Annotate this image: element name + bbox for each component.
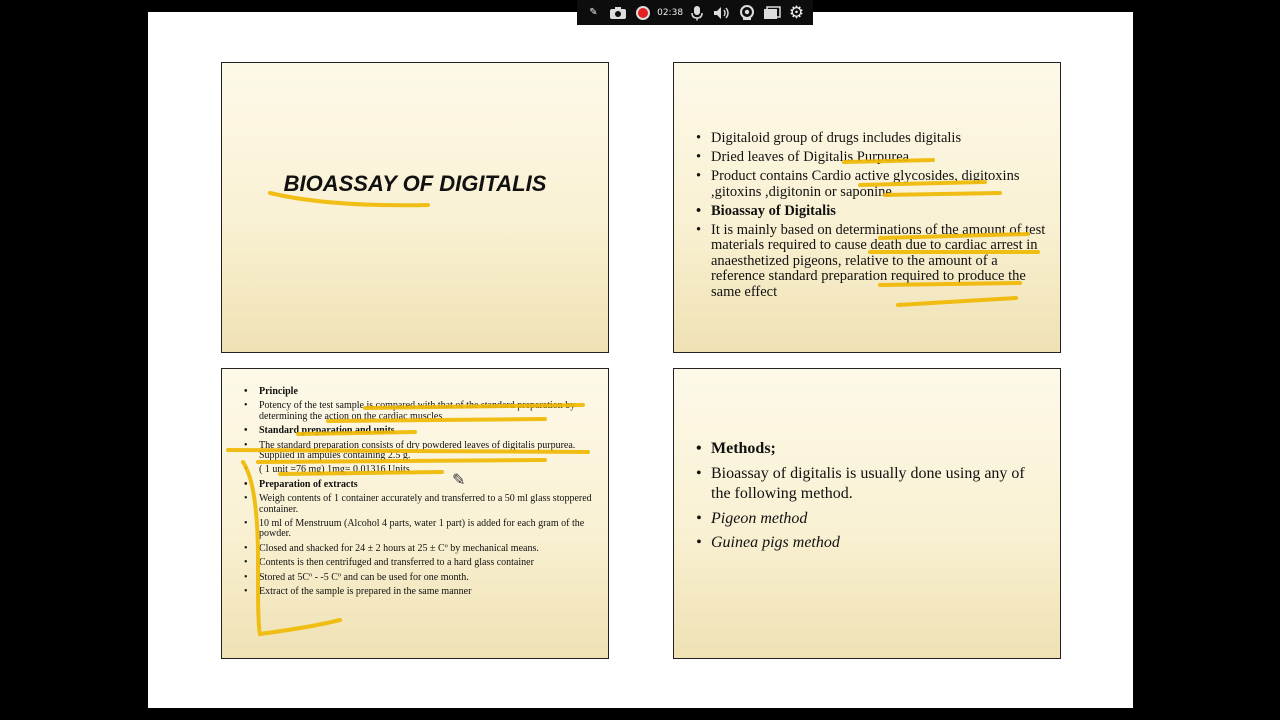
bullet-item: Bioassay of Digitalis <box>696 203 1046 220</box>
gear-icon[interactable]: ⚙ <box>786 2 808 24</box>
bullet-item: Potency of the test sample is compared w… <box>244 401 594 422</box>
speaker-icon[interactable] <box>711 2 733 24</box>
recording-toolbar: ✎ 02:38 ⚙ <box>577 0 813 25</box>
bullet-item: Standard preparation and units <box>244 425 594 437</box>
pen-tool-icon[interactable]: ✎ <box>582 2 604 24</box>
bullet-item: Closed and shacked for 24 ± 2 hours at 2… <box>244 543 594 555</box>
webcam-icon[interactable] <box>736 2 758 24</box>
bullet-list: Principle Potency of the test sample is … <box>244 386 594 602</box>
bullet-item: ( 1 unit =76 mg) 1mg= 0.01316 Units <box>244 465 594 477</box>
bullet-item: Contents is then centrifuged and transfe… <box>244 557 594 569</box>
camera-icon[interactable] <box>607 2 629 24</box>
bullet-item: Extract of the sample is prepared in the… <box>244 586 594 598</box>
bullet-item: Methods; <box>696 439 1046 460</box>
bullet-item: The standard preparation consists of dry… <box>244 440 594 462</box>
slide-2[interactable]: Digitaloid group of drugs includes digit… <box>673 62 1061 353</box>
bullet-item: Principle <box>244 386 594 398</box>
recording-timer: 02:38 <box>657 7 684 18</box>
bullet-item: It is mainly based on determinations of … <box>696 222 1046 301</box>
bullet-item: Stored at 5Cº - -5 Cº and can be used fo… <box>244 572 594 584</box>
bullet-list: Digitaloid group of drugs includes digit… <box>696 130 1046 304</box>
bullet-item: Dried leaves of Digitalis Purpurea <box>696 150 1046 166</box>
record-icon <box>636 5 651 20</box>
bullet-item: Pigeon method <box>696 509 1046 530</box>
bullet-item: Bioassay of digitalis is usually done us… <box>696 464 1046 505</box>
windows-icon[interactable] <box>761 2 783 24</box>
bullet-item: 10 ml of Menstruum (Alcohol 4 parts, wat… <box>244 518 594 540</box>
bullet-item: Product contains Cardio active glycoside… <box>696 168 1046 200</box>
bullet-list: Methods; Bioassay of digitalis is usuall… <box>696 439 1046 558</box>
slide-title: BIOASSAY OF DIGITALIS <box>283 171 547 196</box>
bullet-item: Preparation of extracts <box>244 479 594 491</box>
bullet-item: Guinea pigs method <box>696 533 1046 554</box>
record-button[interactable] <box>632 2 654 24</box>
slide-3[interactable]: Principle Potency of the test sample is … <box>221 368 609 659</box>
bullet-item: Weigh contents of 1 container accurately… <box>244 494 594 515</box>
slide-4[interactable]: Methods; Bioassay of digitalis is usuall… <box>673 368 1061 659</box>
pen-cursor-icon: ✎ <box>452 472 466 489</box>
slide-1[interactable]: BIOASSAY OF DIGITALIS <box>221 62 609 353</box>
microphone-icon[interactable] <box>686 2 708 24</box>
bullet-item: Digitaloid group of drugs includes digit… <box>696 130 1046 147</box>
